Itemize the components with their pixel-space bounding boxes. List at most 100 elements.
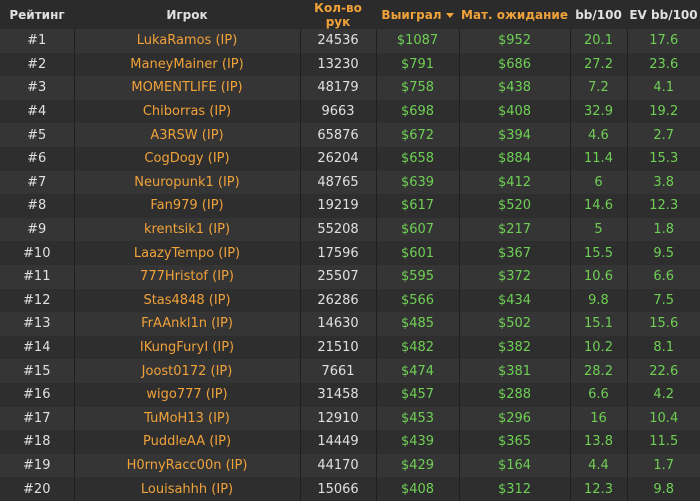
header-ev[interactable]: Мат. ожидание	[459, 0, 570, 29]
table-row[interactable]: #5 A3RSW (IP) 65876 $672 $394 4.6 2.7	[0, 123, 700, 147]
rank-cell: #7	[27, 174, 47, 190]
player-name-link[interactable]: LukaRamos (IP)	[73, 29, 300, 53]
table-row[interactable]: #14 IKungFuryI (IP) 21510 $482 $382 10.2 8.1	[0, 335, 700, 360]
player-name-link[interactable]: IKungFuryI (IP)	[73, 335, 300, 360]
won-cell: $698	[375, 99, 459, 124]
rank-cell: #5	[27, 127, 47, 143]
table-row[interactable]: #16 wigo777 (IP) 31458 $457 $288 6.6 4.2	[0, 382, 700, 407]
player-name-link[interactable]: PuddleAA (IP)	[73, 430, 300, 454]
header-rank[interactable]: Рейтинг	[0, 0, 74, 29]
hands-cell: 21510	[299, 335, 376, 360]
rank-cell: #12	[23, 292, 51, 308]
header-hands-label: Кол-во рук	[314, 0, 362, 29]
won-cell: $607	[375, 217, 459, 242]
won-cell: $485	[375, 312, 459, 336]
bb100-cell: 6.6	[569, 382, 627, 407]
table-row[interactable]: #12 Stas4848 (IP) 26286 $566 $434 9.8 7.5	[0, 288, 700, 313]
header-player-label: Игрок	[166, 7, 208, 22]
hands-cell: 48765	[299, 170, 376, 195]
rank-cell: #15	[23, 363, 51, 379]
player-name-link[interactable]: 777Hristof (IP)	[73, 264, 300, 289]
header-evbb100[interactable]: EV bb/100	[627, 0, 700, 29]
rank-cell: #6	[27, 151, 47, 167]
rank-cell: #13	[23, 316, 51, 332]
header-hands[interactable]: Кол-во рук	[300, 0, 376, 29]
evbb100-cell: 6.6	[626, 264, 700, 289]
header-won[interactable]: Выиграл	[376, 0, 459, 29]
table-row[interactable]: #13 FrAAnkl1n (IP) 14630 $485 $502 15.1 15.6	[0, 312, 700, 336]
evbb100-cell: 15.6	[626, 312, 700, 336]
evbb100-cell: 1.8	[626, 217, 700, 242]
table-row[interactable]: #4 Chiborras (IP) 9663 $698 $408 32.9 19.2	[0, 99, 700, 124]
player-name-link[interactable]: MOMENTLIFE (IP)	[73, 76, 300, 100]
ev-cell: $434	[458, 288, 570, 313]
hands-cell: 15066	[299, 477, 376, 501]
bb100-cell: 27.2	[569, 52, 627, 77]
hands-cell: 48179	[299, 76, 376, 100]
table-row[interactable]: #9 krentsik1 (IP) 55208 $607 $217 5 1.8	[0, 217, 700, 242]
won-cell: $566	[375, 288, 459, 313]
table-row[interactable]: #6 CogDogy (IP) 26204 $658 $884 11.4 15.3	[0, 146, 700, 171]
evbb100-cell: 9.8	[626, 477, 700, 501]
bb100-cell: 10.6	[569, 264, 627, 289]
player-name-link[interactable]: Chiborras (IP)	[73, 99, 300, 124]
player-name-link[interactable]: Louisahhh (IP)	[73, 477, 300, 501]
won-cell: $791	[375, 52, 459, 77]
evbb100-cell: 2.7	[626, 123, 700, 147]
ev-cell: $288	[458, 382, 570, 407]
won-cell: $758	[375, 76, 459, 100]
table-row[interactable]: #19 H0rnyRacc00n (IP) 44170 $429 $164 4.4 1.7	[0, 453, 700, 478]
evbb100-cell: 9.5	[626, 241, 700, 265]
hands-cell: 14630	[299, 312, 376, 336]
player-name-link[interactable]: Neuropunk1 (IP)	[73, 170, 300, 195]
player-name-link[interactable]: FrAAnkl1n (IP)	[73, 312, 300, 336]
rank-cell: #1	[27, 33, 47, 49]
player-name-link[interactable]: LaazyTempo (IP)	[73, 241, 300, 265]
player-name-link[interactable]: A3RSW (IP)	[73, 123, 300, 147]
hands-cell: 65876	[299, 123, 376, 147]
table-row[interactable]: #11 777Hristof (IP) 25507 $595 $372 10.6 6.6	[0, 264, 700, 289]
won-cell: $658	[375, 146, 459, 171]
ev-cell: $312	[458, 477, 570, 501]
evbb100-cell: 12.3	[626, 194, 700, 218]
table-body: #1 LukaRamos (IP) 24536 $1087 $952 20.1 17.6 #2…	[0, 29, 700, 501]
evbb100-cell: 17.6	[626, 29, 700, 53]
hands-cell: 13230	[299, 52, 376, 77]
player-name-link[interactable]: ManeyMainer (IP)	[73, 52, 300, 77]
table-row[interactable]: #3 MOMENTLIFE (IP) 48179 $758 $438 7.2 4.1	[0, 76, 700, 100]
hands-cell: 44170	[299, 453, 376, 478]
table-row[interactable]: #1 LukaRamos (IP) 24536 $1087 $952 20.1 17.6	[0, 29, 700, 53]
player-name-link[interactable]: Fan979 (IP)	[73, 194, 300, 218]
table-row[interactable]: #15 Joost0172 (IP) 7661 $474 $381 28.2 22.6	[0, 359, 700, 383]
bb100-cell: 28.2	[569, 359, 627, 383]
header-won-label: Выиграл	[381, 7, 442, 22]
rank-cell: #11	[23, 269, 51, 285]
player-name-link[interactable]: Joost0172 (IP)	[73, 359, 300, 383]
won-cell: $601	[375, 241, 459, 265]
evbb100-cell: 22.6	[626, 359, 700, 383]
rank-cell: #14	[23, 340, 51, 356]
ev-cell: $381	[458, 359, 570, 383]
player-name-link[interactable]: wigo777 (IP)	[73, 382, 300, 407]
table-row[interactable]: #17 TuMoH13 (IP) 12910 $453 $296 16 10.4	[0, 406, 700, 431]
won-cell: $439	[375, 430, 459, 454]
player-name-link[interactable]: CogDogy (IP)	[73, 146, 300, 171]
player-name-link[interactable]: H0rnyRacc00n (IP)	[73, 453, 300, 478]
rank-cell: #18	[23, 434, 51, 450]
player-name-link[interactable]: TuMoH13 (IP)	[73, 406, 300, 431]
leaderboard-table: Рейтинг Игрок Кол-во рук Выиграл Мат. ож…	[0, 0, 700, 501]
table-row[interactable]: #8 Fan979 (IP) 19219 $617 $520 14.6 12.3	[0, 194, 700, 218]
evbb100-cell: 8.1	[626, 335, 700, 360]
rank-cell: #16	[23, 387, 51, 403]
player-name-link[interactable]: krentsik1 (IP)	[73, 217, 300, 242]
rank-cell: #3	[27, 80, 47, 96]
table-row[interactable]: #7 Neuropunk1 (IP) 48765 $639 $412 6 3.8	[0, 170, 700, 195]
player-name-link[interactable]: Stas4848 (IP)	[73, 288, 300, 313]
won-cell: $639	[375, 170, 459, 195]
table-row[interactable]: #2 ManeyMainer (IP) 13230 $791 $686 27.2 23.6	[0, 52, 700, 77]
table-row[interactable]: #10 LaazyTempo (IP) 17596 $601 $367 15.5 9.5	[0, 241, 700, 265]
table-row[interactable]: #20 Louisahhh (IP) 15066 $408 $312 12.3 9.8	[0, 477, 700, 501]
table-row[interactable]: #18 PuddleAA (IP) 14449 $439 $365 13.8 11.5	[0, 430, 700, 454]
header-player[interactable]: Игрок	[74, 0, 300, 29]
header-bb100[interactable]: bb/100	[570, 0, 627, 29]
